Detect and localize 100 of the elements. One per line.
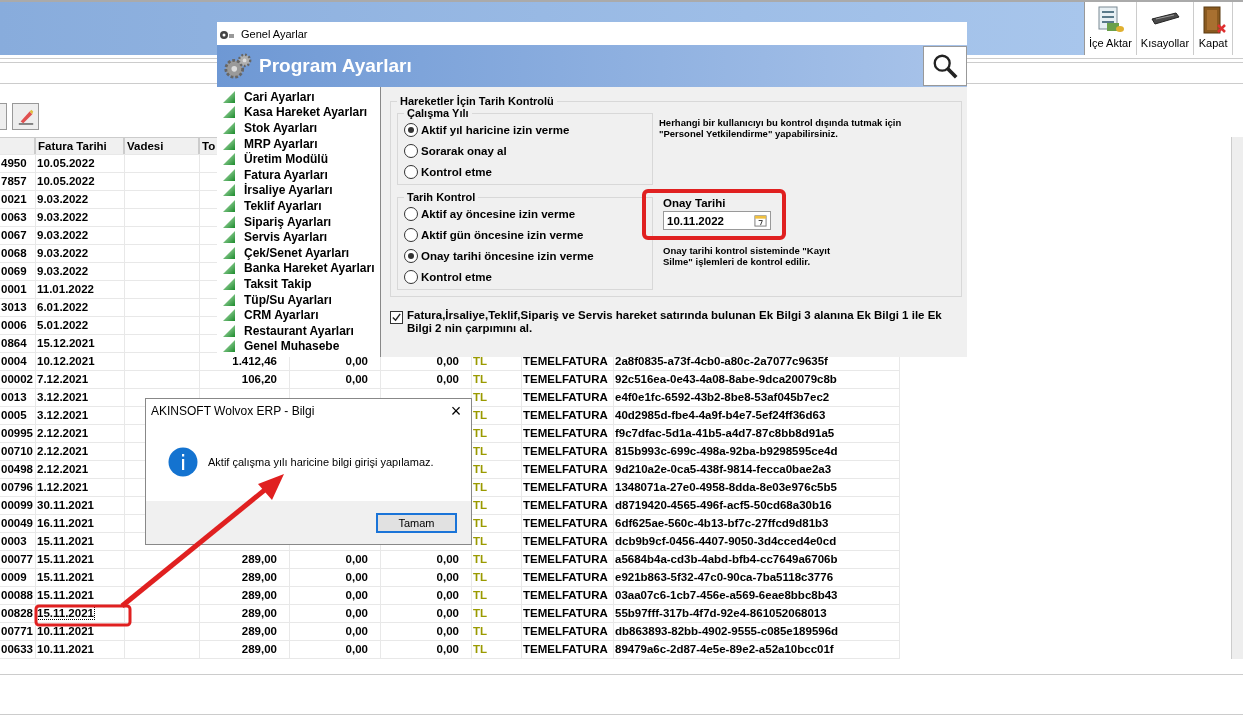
search-button[interactable] [923,46,967,86]
menu-item[interactable]: Servis Ayarları [217,229,380,245]
radio-button[interactable] [404,269,418,284]
table-cell: 6.01.2022 [37,301,89,313]
table-cell: 00498 [1,463,33,475]
table-cell: 92c516ea-0e43-4a08-8abe-9dca20079c8b [615,373,837,385]
radio-button[interactable] [404,143,418,158]
table-cell: 0,00 [345,373,368,385]
menu-item[interactable]: Üretim Modülü [217,151,380,167]
menu-item[interactable]: Tüp/Su Ayarları [217,291,380,308]
table-cell: 00796 [1,481,33,493]
menu-item[interactable]: CRM Ayarları [217,307,380,323]
table-cell: 03aa07c6-1cb7-456e-a569-6eae8bbc8b43 [615,589,838,601]
triangle-icon [222,323,236,338]
table-cell: TL [473,625,488,637]
table-cell: 0,00 [436,373,459,385]
calendar-icon [754,214,767,227]
table-cell: 0009 [1,571,27,583]
radio-button[interactable] [404,227,418,242]
table-cell: 289,00 [241,607,277,619]
menu-item[interactable]: Teklif Ayarları [217,198,380,214]
menu-item[interactable]: Genel Muhasebe [217,338,380,355]
option-label[interactable]: Kontrol etme [421,165,492,178]
toolbar-button[interactable] [12,103,39,130]
table-cell: TEMELFATURA [523,463,608,475]
table-cell: TL [473,535,488,547]
table-cell: TEMELFATURA [523,589,608,601]
table-cell: 15.11.2021 [37,607,94,619]
option-label[interactable]: Aktif gün öncesine izin verme [421,228,584,241]
menu-item[interactable]: Banka Hareket Ayarları [217,260,380,277]
radio-button[interactable] [404,248,418,263]
table-cell: 40d2985d-fbe4-4a9f-b4e7-5ef24ff36d63 [615,409,826,421]
table-cell: 3013 [1,301,27,313]
checkbox-label[interactable]: Fatura,İrsaliye,Teklif,Sipariş ve Servis hareket satırında bulunan Ek Bilgi 3 alanına Ek Bilgi 1 ile Ek Bilgi 2 nin çarpımını al. [407,309,962,335]
date-field[interactable]: 10.11.2022 [663,211,771,230]
table-cell: dcb9b9cf-0456-4407-9050-3d4cced4e0cd [615,535,837,547]
checkbox[interactable] [390,311,403,324]
table-cell: 289,00 [241,643,277,655]
triangle-icon [222,261,236,276]
menu-item[interactable]: Çek/Senet Ayarları [217,244,380,261]
hint-text: Onay tarihi kontrol sisteminde "Kayıt Silme" işlemleri de kontrol edilir. [663,245,832,267]
panel-title: Program Ayarları [259,55,412,77]
column-header[interactable]: Vadesi [127,140,164,152]
table-cell: TEMELFATURA [523,355,608,367]
window-title: Genel Ayarlar [241,27,308,40]
radio-button[interactable] [404,206,418,221]
menu-item[interactable]: MRP Ayarları [217,135,380,152]
table-cell: 1348071a-27e0-4958-8dda-8e03e976c5b5 [615,481,837,493]
column-header[interactable]: Fatura Tarihi [38,140,107,152]
table-cell: 3.12.2021 [37,409,89,421]
menu-item[interactable]: İrsaliye Ayarları [217,182,380,199]
menu-item[interactable]: Sipariş Ayarları [217,213,380,230]
table-cell: 0013 [1,391,27,403]
column-header[interactable]: To [202,140,216,152]
hint-text: Herhangi bir kullanıcıyı bu kontrol dışında tutmak için "Personel Yetkilendirme" yapabilirsiniz. [659,117,903,139]
menu-item[interactable]: Fatura Ayarları [217,166,380,183]
scrollbar[interactable] [1231,137,1243,659]
table-cell: 00633 [1,643,33,655]
triangle-icon [222,308,236,323]
table-cell: 00771 [1,625,33,637]
group-title: Tarih Kontrol [406,191,477,203]
triangle-icon [222,105,236,120]
menu-item[interactable]: Taksit Takip [217,276,380,292]
menu-item[interactable]: Cari Ayarları [217,89,380,105]
dialog-title: AKINSOFT Wolvox ERP - Bilgi [151,404,315,418]
menu-item[interactable]: Restaurant Ayarları [217,322,380,339]
option-label[interactable]: Sorarak onay al [421,144,507,157]
radio-button[interactable] [404,122,418,137]
triangle-icon [222,245,236,260]
triangle-icon [222,339,236,354]
table-cell: TL [473,373,488,385]
option-label[interactable]: Kontrol etme [421,270,492,283]
triangle-icon [222,183,236,198]
table-cell: TEMELFATURA [523,481,608,493]
option-label[interactable]: Aktif yıl haricine izin verme [421,123,570,136]
radio-button[interactable] [404,164,418,179]
table-cell: 0,00 [345,625,368,637]
menu-item[interactable]: Stok Ayarları [217,120,380,136]
field-label: Onay Tarihi [663,197,726,209]
option-label[interactable]: Onay tarihi öncesine izin verme [421,249,594,262]
group-title: Hareketler İçin Tarih Kontrolü [399,95,555,107]
table-cell: 00088 [1,589,33,601]
table-cell: 6df625ae-560c-4b13-bf7c-27ffcd9d81b3 [615,517,829,529]
table-cell: db863893-82bb-4902-9555-c085e189596d [615,625,839,637]
ok-button[interactable]: Tamam [376,512,457,533]
option-label[interactable]: Aktif ay öncesine izin verme [421,207,576,220]
triangle-icon [222,276,236,291]
table-cell: 00049 [1,517,33,529]
table-cell: 0,00 [436,355,459,367]
table-cell: 0003 [1,535,27,547]
triangle-icon [222,136,236,151]
table-cell: 10.12.2021 [37,355,95,367]
menu-item[interactable]: Kasa Hareket Ayarları [217,104,380,121]
table-cell: TL [473,355,488,367]
table-cell: 1.412,46 [232,355,277,367]
table-cell: 15.11.2021 [37,553,94,565]
table-cell: 2.12.2021 [37,427,89,439]
table-cell: TEMELFATURA [523,499,608,511]
table-cell: TEMELFATURA [523,643,608,655]
triangle-icon [222,292,236,307]
